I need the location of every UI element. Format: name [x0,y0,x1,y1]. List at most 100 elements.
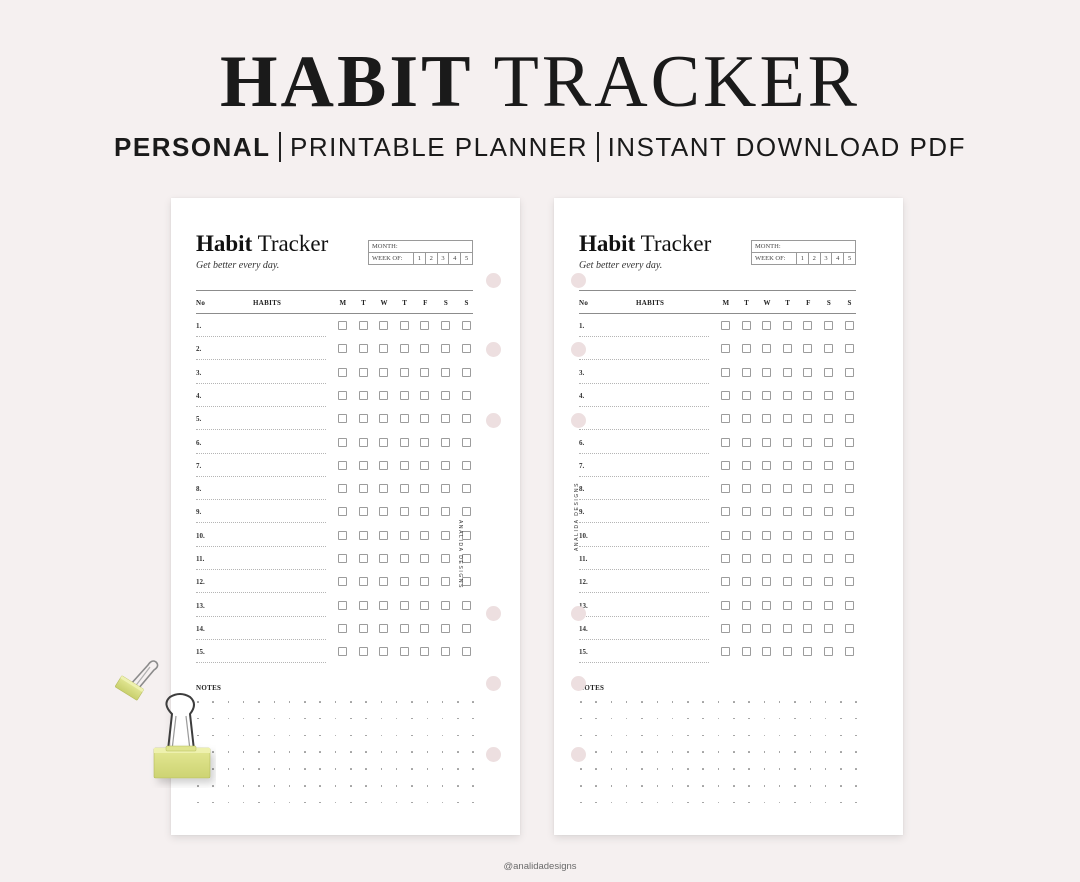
habit-day-checkbox[interactable] [399,484,409,494]
habit-day-checkbox[interactable] [824,437,833,447]
habit-day-checkbox[interactable] [721,554,730,563]
habit-entry-line[interactable] [579,569,709,570]
habit-day-checkbox[interactable] [358,507,368,517]
habit-day-checkbox[interactable] [441,623,450,633]
habit-day-checkbox[interactable] [721,321,730,330]
habit-day-checkbox[interactable] [338,390,347,400]
habit-day-checkbox[interactable] [420,530,430,540]
habit-day-checkbox[interactable] [461,600,471,610]
habit-day-checkbox[interactable] [782,437,792,447]
habit-day-checkbox[interactable] [844,577,854,587]
habit-day-checkbox[interactable] [721,623,730,633]
habit-day-checkbox[interactable] [824,554,833,563]
habit-day-checkbox[interactable] [782,530,792,540]
habit-day-checkbox[interactable] [441,390,450,400]
habit-day-checkbox[interactable] [762,321,772,330]
habit-day-checkbox[interactable] [803,367,813,377]
habit-day-checkbox[interactable] [399,554,409,563]
habit-day-checkbox[interactable] [358,321,368,330]
habit-day-checkbox[interactable] [824,414,833,424]
habit-day-checkbox[interactable] [338,507,347,517]
habit-entry-line[interactable] [196,429,326,431]
habit-day-checkbox[interactable] [379,600,389,610]
habit-day-checkbox[interactable] [803,507,813,517]
habit-day-checkbox[interactable] [441,577,450,587]
habit-entry-line[interactable] [579,545,709,547]
habit-day-checkbox[interactable] [824,367,833,377]
habit-day-checkbox[interactable] [782,623,792,633]
habit-day-checkbox[interactable] [803,344,813,354]
habit-day-checkbox[interactable] [803,460,813,470]
habit-day-checkbox[interactable] [721,530,730,540]
habit-day-checkbox[interactable] [803,484,813,494]
habit-day-checkbox[interactable] [441,344,450,354]
habit-day-checkbox[interactable] [782,507,792,517]
habit-day-checkbox[interactable] [824,321,833,330]
habit-day-checkbox[interactable] [741,484,751,494]
habit-day-checkbox[interactable] [338,460,347,470]
habit-day-checkbox[interactable] [461,647,471,657]
habit-day-checkbox[interactable] [741,623,751,633]
week-option[interactable]: 5 [844,253,855,264]
habit-day-checkbox[interactable] [721,437,730,447]
habit-day-checkbox[interactable] [782,460,792,470]
habit-day-checkbox[interactable] [420,507,430,517]
habit-entry-line[interactable] [579,638,709,640]
habit-day-checkbox[interactable] [762,414,772,424]
month-field[interactable]: MONTH: [369,241,472,253]
habit-day-checkbox[interactable] [420,554,430,563]
habit-day-checkbox[interactable] [461,321,471,330]
habit-day-checkbox[interactable] [441,554,450,563]
habit-entry-line[interactable] [196,475,326,477]
habit-day-checkbox[interactable] [420,623,430,633]
habit-entry-line[interactable] [579,405,709,407]
habit-day-checkbox[interactable] [399,577,409,587]
habit-day-checkbox[interactable] [461,437,471,447]
habit-day-checkbox[interactable] [420,414,430,424]
habit-day-checkbox[interactable] [358,577,368,587]
habit-entry-line[interactable] [196,638,326,640]
habit-day-checkbox[interactable] [844,460,854,470]
habit-day-checkbox[interactable] [441,460,450,470]
habit-day-checkbox[interactable] [338,484,347,494]
habit-day-checkbox[interactable] [721,647,730,657]
habit-day-checkbox[interactable] [762,460,772,470]
habit-entry-line[interactable] [196,405,326,407]
habit-day-checkbox[interactable] [741,554,751,563]
habit-day-checkbox[interactable] [461,623,471,633]
habit-day-checkbox[interactable] [399,437,409,447]
habit-entry-line[interactable] [196,592,326,594]
habit-day-checkbox[interactable] [379,437,389,447]
habit-day-checkbox[interactable] [358,390,368,400]
habit-day-checkbox[interactable] [721,577,730,587]
habit-entry-line[interactable] [579,522,709,524]
habit-day-checkbox[interactable] [741,414,751,424]
habit-day-checkbox[interactable] [338,344,347,354]
habit-day-checkbox[interactable] [762,484,772,494]
habit-day-checkbox[interactable] [782,577,792,587]
habit-day-checkbox[interactable] [803,530,813,540]
habit-day-checkbox[interactable] [358,600,368,610]
habit-day-checkbox[interactable] [782,600,792,610]
habit-day-checkbox[interactable] [741,600,751,610]
habit-day-checkbox[interactable] [762,623,772,633]
habit-day-checkbox[interactable] [379,344,389,354]
habit-day-checkbox[interactable] [399,344,409,354]
habit-day-checkbox[interactable] [741,530,751,540]
habit-day-checkbox[interactable] [844,437,854,447]
habit-day-checkbox[interactable] [358,344,368,354]
habit-day-checkbox[interactable] [441,414,450,424]
habit-day-checkbox[interactable] [461,414,471,424]
habit-entry-line[interactable] [579,382,709,384]
week-option[interactable]: 4 [449,253,462,264]
habit-day-checkbox[interactable] [844,390,854,400]
habit-day-checkbox[interactable] [399,530,409,540]
habit-day-checkbox[interactable] [824,623,833,633]
habit-day-checkbox[interactable] [441,321,450,330]
habit-day-checkbox[interactable] [379,507,389,517]
habit-day-checkbox[interactable] [338,623,347,633]
habit-day-checkbox[interactable] [803,414,813,424]
habit-day-checkbox[interactable] [741,577,751,587]
habit-day-checkbox[interactable] [803,647,813,657]
habit-day-checkbox[interactable] [824,577,833,587]
